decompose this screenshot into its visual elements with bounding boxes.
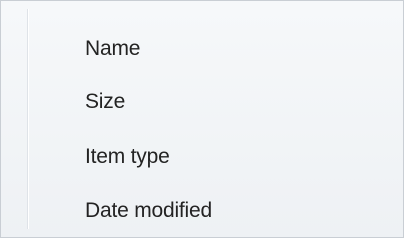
menu-icon-gutter-divider bbox=[27, 9, 28, 229]
menu-item-label: Name bbox=[85, 37, 141, 60]
sort-by-context-menu: Name Size Item type Date modified bbox=[0, 0, 404, 238]
menu-item-label: Item type bbox=[85, 145, 170, 168]
menu-item-date-modified[interactable]: Date modified bbox=[63, 189, 393, 233]
menu-item-name[interactable]: Name bbox=[63, 27, 393, 71]
menu-item-size[interactable]: Size bbox=[63, 80, 393, 124]
menu-item-item-type[interactable]: Item type bbox=[63, 135, 393, 179]
menu-item-label: Size bbox=[85, 90, 126, 113]
menu-item-label: Date modified bbox=[85, 199, 212, 222]
